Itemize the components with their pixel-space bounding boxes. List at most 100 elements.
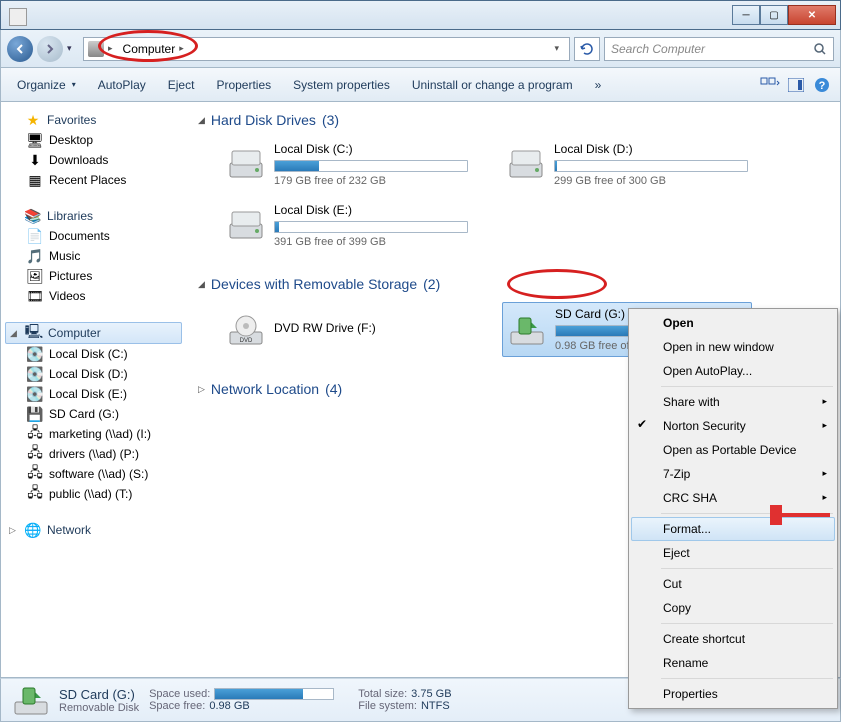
sidebar-item-documents[interactable]: 📄Documents: [5, 226, 182, 246]
submenu-arrow-icon: ▸: [822, 492, 827, 503]
norton-icon: ✔: [637, 417, 653, 433]
dvd-icon: DVD: [226, 310, 266, 350]
hdd-icon: [226, 145, 266, 185]
overflow-button[interactable]: »: [585, 74, 612, 96]
ctx-create-shortcut[interactable]: Create shortcut: [631, 627, 835, 651]
help-button[interactable]: ?: [810, 74, 834, 96]
view-options-button[interactable]: [758, 74, 782, 96]
back-button[interactable]: [7, 36, 33, 62]
search-placeholder: Search Computer: [611, 42, 705, 56]
close-button[interactable]: ✕: [788, 5, 836, 25]
sdcard-icon: [507, 310, 547, 350]
documents-icon: 📄: [27, 228, 43, 244]
ctx-norton[interactable]: ✔Norton Security▸: [631, 414, 835, 438]
hdd-icon: [506, 145, 546, 185]
network-icon: 🌐: [25, 522, 41, 538]
preview-pane-button[interactable]: [784, 74, 808, 96]
context-menu: Open Open in new window Open AutoPlay...…: [628, 308, 838, 709]
organize-menu[interactable]: Organize▾: [7, 74, 86, 96]
collapse-icon: ◢: [198, 279, 205, 290]
videos-icon: 🎞: [27, 288, 43, 304]
collapse-icon: ◢: [198, 115, 205, 126]
ctx-7zip[interactable]: 7-Zip▸: [631, 462, 835, 486]
netdrive-icon: 🖧: [27, 426, 43, 442]
ctx-properties[interactable]: Properties: [631, 682, 835, 706]
autoplay-button[interactable]: AutoPlay: [88, 74, 156, 96]
system-properties-button[interactable]: System properties: [283, 74, 400, 96]
sidebar-item-music[interactable]: 🎵Music: [5, 246, 182, 266]
sidebar-item-net-t[interactable]: 🖧public (\\ad) (T:): [5, 484, 182, 504]
downloads-icon: ⬇: [27, 152, 43, 168]
properties-button[interactable]: Properties: [206, 74, 281, 96]
eject-button[interactable]: Eject: [158, 74, 205, 96]
sidebar-item-net-s[interactable]: 🖧software (\\ad) (S:): [5, 464, 182, 484]
details-title: SD Card (G:): [59, 687, 139, 702]
sdcard-icon: [13, 682, 49, 718]
libraries-icon: 📚: [25, 208, 41, 224]
navigation-pane: ★Favorites 🖥Desktop ⬇Downloads ▦Recent P…: [1, 102, 186, 677]
ctx-cut[interactable]: Cut: [631, 572, 835, 596]
netdrive-icon: 🖧: [27, 486, 43, 502]
address-bar[interactable]: ▸ Computer ▸ ▾: [83, 37, 570, 61]
section-count: (3): [322, 112, 339, 128]
sidebar-item-drive-c[interactable]: 💽Local Disk (C:): [5, 344, 182, 364]
ctx-open-new-window[interactable]: Open in new window: [631, 335, 835, 359]
drive-dvd[interactable]: DVD DVD RW Drive (F:): [222, 302, 472, 357]
sidebar-item-pictures[interactable]: 🖼Pictures: [5, 266, 182, 286]
sidebar-item-videos[interactable]: 🎞Videos: [5, 286, 182, 306]
svg-text:DVD: DVD: [240, 338, 253, 344]
libraries-group[interactable]: 📚Libraries: [5, 206, 182, 226]
desktop-icon: 🖥: [27, 132, 43, 148]
refresh-button[interactable]: [574, 37, 600, 61]
section-hdd[interactable]: ◢ Hard Disk Drives (3): [198, 110, 828, 130]
sidebar-item-desktop[interactable]: 🖥Desktop: [5, 130, 182, 150]
ctx-format[interactable]: Format...: [631, 517, 835, 541]
search-box[interactable]: Search Computer: [604, 37, 834, 61]
network-group[interactable]: ▷🌐Network: [5, 520, 182, 540]
history-dropdown[interactable]: ▾: [67, 43, 79, 54]
section-label: Devices with Removable Storage: [211, 276, 417, 292]
usage-bar: [214, 688, 334, 700]
ctx-crc-sha[interactable]: CRC SHA▸: [631, 486, 835, 510]
maximize-button[interactable]: ▢: [760, 5, 788, 25]
usage-bar: [274, 221, 468, 233]
uninstall-button[interactable]: Uninstall or change a program: [402, 74, 583, 96]
forward-button[interactable]: [37, 36, 63, 62]
ctx-eject[interactable]: Eject: [631, 541, 835, 565]
ctx-open-autoplay[interactable]: Open AutoPlay...: [631, 359, 835, 383]
computer-group[interactable]: ◢🖳Computer: [5, 322, 182, 344]
drive-d[interactable]: Local Disk (D:) 299 GB free of 300 GB: [502, 138, 752, 191]
breadcrumb-computer[interactable]: Computer ▸: [117, 40, 190, 58]
sidebar-item-downloads[interactable]: ⬇Downloads: [5, 150, 182, 170]
usage-bar: [274, 160, 468, 172]
address-dropdown[interactable]: ▾: [548, 43, 565, 54]
ctx-portable[interactable]: Open as Portable Device: [631, 438, 835, 462]
sidebar-item-recent[interactable]: ▦Recent Places: [5, 170, 182, 190]
chevron-right-icon: ▸: [108, 43, 113, 54]
minimize-button[interactable]: ─: [732, 5, 760, 25]
drive-e[interactable]: Local Disk (E:) 391 GB free of 399 GB: [222, 199, 472, 252]
recent-icon: ▦: [27, 172, 43, 188]
music-icon: 🎵: [27, 248, 43, 264]
sidebar-item-drive-e[interactable]: 💽Local Disk (E:): [5, 384, 182, 404]
section-removable[interactable]: ◢ Devices with Removable Storage (2): [198, 274, 828, 294]
drive-c[interactable]: Local Disk (C:) 179 GB free of 232 GB: [222, 138, 472, 191]
disk-icon: 💽: [27, 346, 43, 362]
sidebar-item-net-p[interactable]: 🖧drivers (\\ad) (P:): [5, 444, 182, 464]
computer-icon: [88, 41, 104, 57]
ctx-share-with[interactable]: Share with▸: [631, 390, 835, 414]
favorites-group[interactable]: ★Favorites: [5, 110, 182, 130]
section-count: (4): [325, 381, 342, 397]
ctx-open[interactable]: Open: [631, 311, 835, 335]
sidebar-item-sdcard[interactable]: 💾SD Card (G:): [5, 404, 182, 424]
title-bar: ─ ▢ ✕: [0, 0, 841, 30]
breadcrumb-label: Computer: [123, 42, 176, 56]
sidebar-item-drive-d[interactable]: 💽Local Disk (D:): [5, 364, 182, 384]
chevron-right-icon: ▸: [179, 43, 184, 54]
computer-icon: 🖳: [26, 325, 42, 341]
ctx-rename[interactable]: Rename: [631, 651, 835, 675]
submenu-arrow-icon: ▸: [822, 420, 827, 431]
ctx-copy[interactable]: Copy: [631, 596, 835, 620]
sidebar-item-net-i[interactable]: 🖧marketing (\\ad) (I:): [5, 424, 182, 444]
sdcard-icon: 💾: [27, 406, 43, 422]
